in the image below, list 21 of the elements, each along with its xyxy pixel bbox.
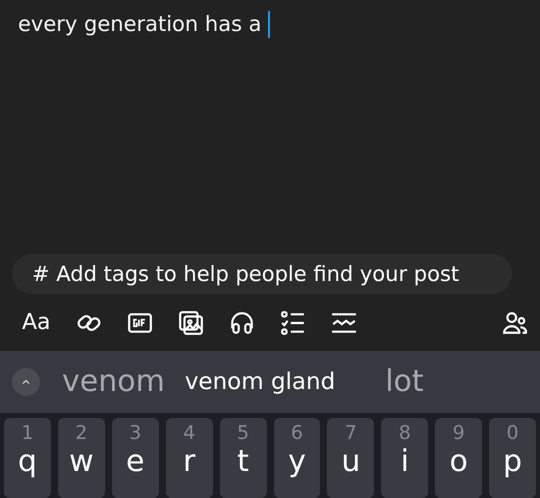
headphones-icon[interactable] bbox=[228, 310, 255, 336]
keyboard-key[interactable]: 9 o bbox=[435, 418, 482, 498]
keyboard-key[interactable]: 3 e bbox=[112, 418, 159, 498]
images-icon[interactable] bbox=[178, 310, 204, 336]
keyboard-key[interactable]: 4 r bbox=[166, 418, 213, 498]
text-cursor bbox=[268, 10, 270, 38]
keyboard-key[interactable]: 7 u bbox=[327, 418, 374, 498]
post-text: every generation has a bbox=[18, 12, 262, 36]
suggestion[interactable]: venom gland bbox=[184, 368, 336, 395]
tags-field[interactable]: # Add tags to help people find your post bbox=[12, 254, 512, 294]
keyboard-key[interactable]: 6 y bbox=[274, 418, 320, 498]
keyboard-key[interactable]: 8 i bbox=[381, 418, 428, 498]
text-style-button[interactable]: Aa bbox=[22, 310, 51, 336]
suggestion[interactable]: lot bbox=[385, 364, 424, 400]
keyboard-key[interactable]: 2 w bbox=[58, 418, 105, 498]
keyboard-key[interactable]: 0 p bbox=[489, 418, 536, 498]
keyboard-key[interactable]: 1 q bbox=[4, 418, 51, 498]
checklist-icon[interactable] bbox=[280, 310, 306, 336]
suggestion[interactable]: venom bbox=[62, 364, 165, 400]
people-icon[interactable] bbox=[502, 310, 528, 336]
keyboard-key[interactable]: 5 t bbox=[220, 418, 266, 498]
